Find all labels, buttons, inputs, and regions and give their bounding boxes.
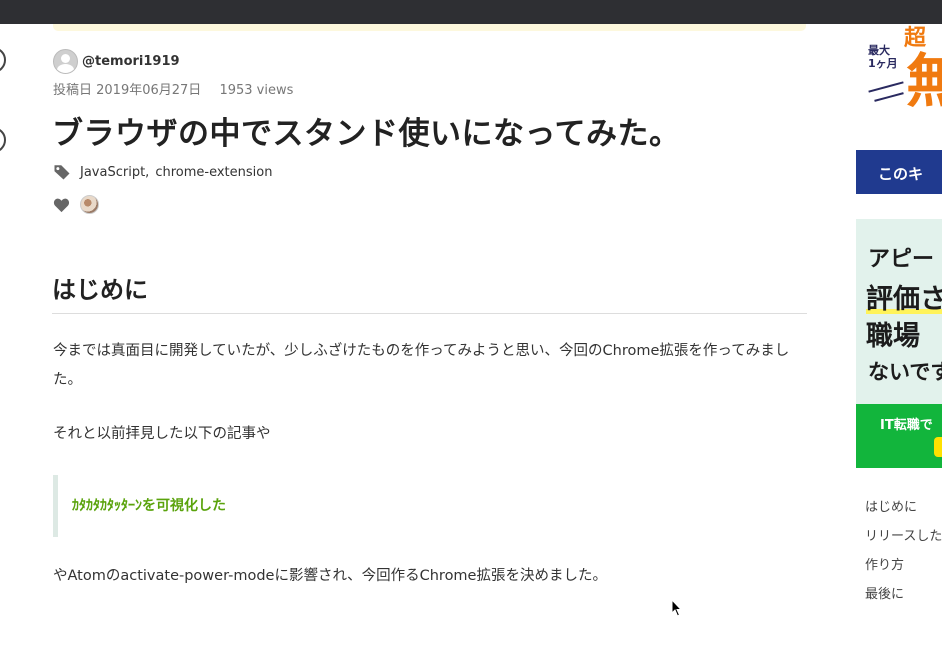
paragraph: それと以前拝見した以下の記事や [53,426,271,442]
blockquote: ｶﾀｶﾀｶﾀｯﾀｰﾝを可視化した [53,475,813,537]
tag-list: JavaScript , chrome-extension [53,163,272,181]
ad-banner-2[interactable]: アピー 評価さ 職場 ないです IT転職で [856,219,942,468]
ad-decoration [874,92,904,102]
ad-text: ないです [868,360,942,384]
ad-text: 無 [906,47,942,115]
ad-cta-text: IT転職で [880,418,933,433]
ad-decoration [868,81,904,93]
toc-item[interactable]: 最後に [865,583,942,612]
likes-row [53,195,99,214]
notice-strip [53,24,806,31]
ad-banner-top: 超 最大 1ヶ月 無 [856,24,942,150]
section-heading: はじめに [52,270,807,314]
ad-text: アピー [868,247,935,272]
view-count: 1953 views [219,83,294,98]
paragraph: やAtomのactivate-power-modeに影響され、今回作るChrom… [53,568,607,584]
tag-chrome-extension[interactable]: chrome-extension [155,165,272,180]
posted-date: 投稿日 2019年06月27日 [53,83,202,98]
browser-top-bar [0,0,942,24]
avatar[interactable] [53,49,78,74]
toc-item[interactable]: リリースした [865,525,942,554]
author-info[interactable]: @temori1919 [53,49,180,74]
quote-link[interactable]: ｶﾀｶﾀｶﾀｯﾀｰﾝを可視化した [72,495,226,515]
heart-icon[interactable] [53,197,70,213]
paragraph: 今までは真面目に開発していたが、少しふざけたものを作ってみようと思い、今回のCh… [53,343,790,388]
ad-text: 最大 1ヶ月 [868,44,898,71]
left-sidebar-button[interactable] [0,47,6,73]
toc-item[interactable]: はじめに [865,496,942,525]
ad-text: このキ [878,165,924,183]
article-title: ブラウザの中でスタンド使いになってみた。 [52,116,681,152]
mouse-cursor-icon [671,599,683,617]
author-name[interactable]: @temori1919 [82,54,180,69]
ad-cta-button[interactable] [934,437,942,457]
ad-banner-bar: このキ [856,150,942,194]
tag-icon [54,165,70,180]
ad-text: 職場 [866,321,920,352]
ad-banner-1[interactable]: 超 最大 1ヶ月 無 このキ [856,24,942,194]
post-meta: 投稿日 2019年06月27日 1953 views [53,79,293,98]
ad-cta-area: IT転職で [856,404,942,468]
tag-separator: , [145,164,150,180]
ad-text: 評価さ [866,284,942,315]
table-of-contents: はじめに リリースした 作り方 最後に [865,496,942,612]
tag-javascript[interactable]: JavaScript [80,165,145,180]
liker-avatar[interactable] [80,195,99,214]
left-sidebar-button[interactable] [0,127,6,153]
toc-item[interactable]: 作り方 [865,554,942,583]
